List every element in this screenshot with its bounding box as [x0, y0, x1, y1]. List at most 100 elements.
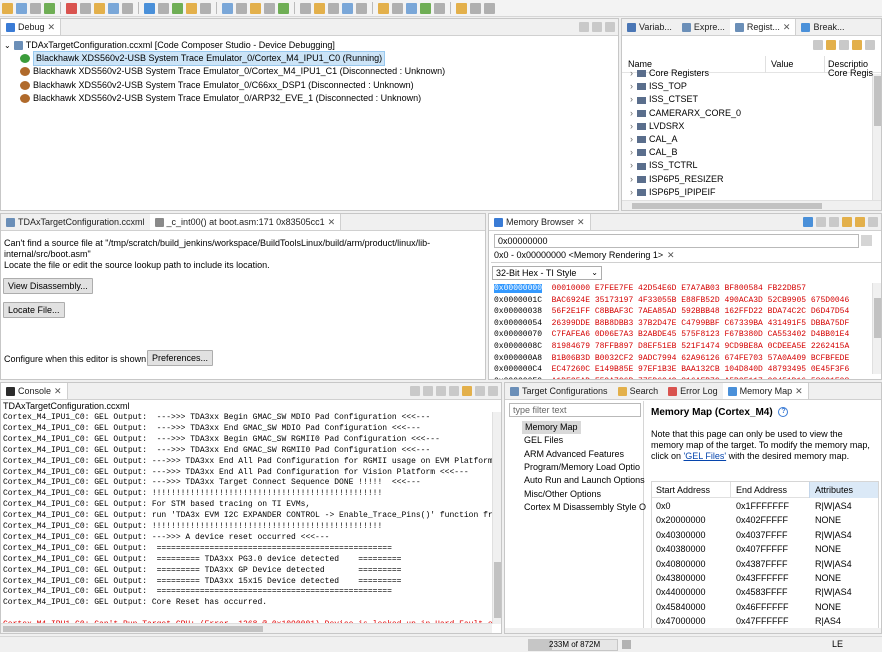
- toolbar-button-icon[interactable]: [342, 2, 353, 14]
- tab-target-config-file[interactable]: TDAxTargetConfiguration.ccxml: [1, 214, 150, 230]
- filter-input[interactable]: type filter text: [509, 403, 641, 417]
- locate-file-button[interactable]: Locate File...: [3, 302, 65, 318]
- format-icon[interactable]: [852, 40, 862, 50]
- toolbar-button-icon[interactable]: [236, 2, 247, 14]
- register-group-row[interactable]: › Core Registers: [630, 67, 709, 80]
- toolbar-button-icon[interactable]: [250, 2, 261, 14]
- chevron-down-icon[interactable]: ⌄: [4, 39, 11, 52]
- close-icon[interactable]: ✕: [783, 22, 791, 33]
- tab-memory-map[interactable]: Memory Map ✕: [722, 383, 809, 399]
- chevron-right-icon[interactable]: ›: [630, 108, 633, 118]
- config-category-item[interactable]: GEL Files: [524, 434, 563, 447]
- new-console-icon[interactable]: [462, 386, 472, 396]
- view-menu-icon[interactable]: [868, 217, 878, 227]
- register-group-row[interactable]: › LVDSRX: [630, 120, 684, 133]
- clear-console-icon[interactable]: [410, 386, 420, 396]
- tab-memory-browser[interactable]: Memory Browser ✕: [489, 214, 591, 230]
- toolbar-button-icon[interactable]: [186, 2, 197, 14]
- toolbar-button-icon[interactable]: [80, 2, 91, 14]
- memory-row[interactable]: 0x000000A8 B1B06B3D B0032CF2 9ADC7994 62…: [494, 353, 849, 365]
- config-category-item[interactable]: ARM Advanced Features: [524, 448, 624, 461]
- register-group-row[interactable]: › ISS_TCTRL: [630, 159, 698, 172]
- chevron-right-icon[interactable]: ›: [630, 134, 633, 144]
- memory-row[interactable]: 0x00000038 56F2E1FF C8BBAF3C 7AEA85AD 59…: [494, 306, 849, 318]
- toolbar-button-icon[interactable]: [378, 2, 389, 14]
- memory-values[interactable]: 26399DDE B8B8DBB3 37B2D47E C4799BBF C673…: [552, 319, 850, 328]
- chevron-right-icon[interactable]: ›: [630, 68, 633, 78]
- config-category-item[interactable]: Cortex M Disassembly Style O: [524, 501, 646, 514]
- toolbar-button-icon[interactable]: [158, 2, 169, 14]
- toolbar-button-icon[interactable]: [278, 2, 289, 14]
- tab-debug[interactable]: Debug ✕: [1, 19, 62, 35]
- debug-core-item[interactable]: Blackhawk XDS560v2-USB System Trace Emul…: [20, 79, 414, 92]
- memory-values[interactable]: BAC6924E 35173197 4F33055B E88FB52D 490A…: [552, 296, 850, 305]
- memory-map-row[interactable]: 0x40300000 0x4037FFFF R|W|AS4: [652, 528, 878, 542]
- toolbar-button-icon[interactable]: [470, 2, 481, 14]
- toolbar-button-icon[interactable]: [314, 2, 325, 14]
- save-memory-icon[interactable]: [816, 217, 826, 227]
- refresh-icon[interactable]: [826, 40, 836, 50]
- tab-search[interactable]: Search: [613, 383, 664, 399]
- trash-icon[interactable]: [622, 640, 631, 649]
- chevron-right-icon[interactable]: ›: [630, 187, 633, 197]
- col-attributes[interactable]: Attributes: [815, 482, 853, 498]
- toolbar-button-icon[interactable]: [356, 2, 367, 14]
- fill-memory-icon[interactable]: [842, 217, 852, 227]
- tab-boot-asm[interactable]: _c_int00() at boot.asm:171 0x83505cc1 ✕: [149, 214, 342, 230]
- memory-format-select[interactable]: 32-Bit Hex - TI Style ⌄: [492, 266, 602, 280]
- memory-map-row[interactable]: 0x20000000 0x402FFFFF NONE: [652, 513, 878, 527]
- memory-values[interactable]: C7FAFEA6 0D06E7A3 B2ABDE45 575F8123 F67B…: [552, 330, 850, 339]
- toolbar-button-icon[interactable]: [200, 2, 211, 14]
- tab-expressions[interactable]: Expre...: [677, 19, 730, 35]
- col-value[interactable]: Value: [771, 59, 793, 69]
- toolbar-button-icon[interactable]: [122, 2, 133, 14]
- collapse-icon[interactable]: [813, 40, 823, 50]
- tab-console[interactable]: Console ✕: [1, 383, 68, 399]
- memory-row[interactable]: 0x0000001C BAC6924E 35173197 4F33055B E8…: [494, 295, 849, 307]
- memory-map-row[interactable]: 0x40380000 0x407FFFFF NONE: [652, 542, 878, 556]
- toolbar-button-icon[interactable]: [30, 2, 41, 14]
- memory-row[interactable]: 0x00000054 26399DDE B8B8DBB3 37B2D47E C4…: [494, 318, 849, 330]
- toolbar-button-icon[interactable]: [44, 2, 55, 14]
- tab-variables[interactable]: Variab...: [622, 19, 677, 35]
- toolbar-button-icon[interactable]: [94, 2, 105, 14]
- debug-core-item[interactable]: Blackhawk XDS560v2-USB System Trace Emul…: [20, 65, 445, 78]
- memory-values[interactable]: 56F2E1FF C8BBAF3C 7AEA85AD 592BBB48 162F…: [552, 307, 850, 316]
- toolbar-button-icon[interactable]: [2, 2, 13, 14]
- memory-map-row[interactable]: 0x40800000 0x4387FFFF R|W|AS4: [652, 557, 878, 571]
- minimize-icon[interactable]: [475, 386, 485, 396]
- toolbar-button-icon[interactable]: [300, 2, 311, 14]
- registers-scrollbar[interactable]: [872, 74, 881, 202]
- chevron-right-icon[interactable]: ›: [630, 121, 633, 131]
- memory-row[interactable]: 0x00000070 C7FAFEA6 0D06E7A3 B2ABDE45 57…: [494, 329, 849, 341]
- maximize-icon[interactable]: [605, 22, 615, 32]
- minimize-icon[interactable]: [592, 22, 602, 32]
- registers-hscrollbar[interactable]: [622, 200, 881, 210]
- display-console-icon[interactable]: [449, 386, 459, 396]
- load-memory-icon[interactable]: [829, 217, 839, 227]
- chevron-right-icon[interactable]: ›: [630, 174, 633, 184]
- memory-row[interactable]: 0x000000C4 EC47260C E149B85E 97EF1B3E BA…: [494, 364, 849, 376]
- register-group-row[interactable]: › ISP6P5_RESIZER: [630, 173, 724, 186]
- memory-row[interactable]: 0x0000008C 81984679 78FFB897 D8EF51EB 52…: [494, 341, 849, 353]
- new-tab-icon[interactable]: [855, 217, 865, 227]
- debug-core-item[interactable]: Blackhawk XDS560v2-USB System Trace Emul…: [20, 92, 421, 105]
- tab-target-config[interactable]: Target Configurations: [505, 383, 613, 399]
- toolbar-button-icon[interactable]: [222, 2, 233, 14]
- console-output[interactable]: Cortex_M4_IPU1_C0: GEL Output: --->>> TD…: [1, 412, 492, 624]
- gel-files-link[interactable]: 'GEL Files': [684, 451, 727, 461]
- view-menu-icon[interactable]: [579, 22, 589, 32]
- close-icon[interactable]: ✕: [48, 22, 56, 33]
- refresh-icon[interactable]: [803, 217, 813, 227]
- config-category-item[interactable]: Auto Run and Launch Options: [524, 474, 645, 487]
- tab-error-log[interactable]: Error Log: [663, 383, 723, 399]
- config-category-item[interactable]: Misc/Other Options: [524, 488, 601, 501]
- memory-scrollbar[interactable]: [872, 283, 881, 374]
- register-group-row[interactable]: › CAL_A: [630, 133, 678, 146]
- register-group-row[interactable]: › ISP6P5_IPIPEIF: [630, 186, 716, 199]
- close-icon[interactable]: ✕: [577, 217, 585, 228]
- config-category-item[interactable]: Memory Map: [522, 421, 581, 434]
- close-icon[interactable]: ✕: [795, 386, 803, 397]
- register-group-row[interactable]: › CAL_B: [630, 146, 678, 159]
- register-group-row[interactable]: › CAMERARX_CORE_0: [630, 107, 741, 120]
